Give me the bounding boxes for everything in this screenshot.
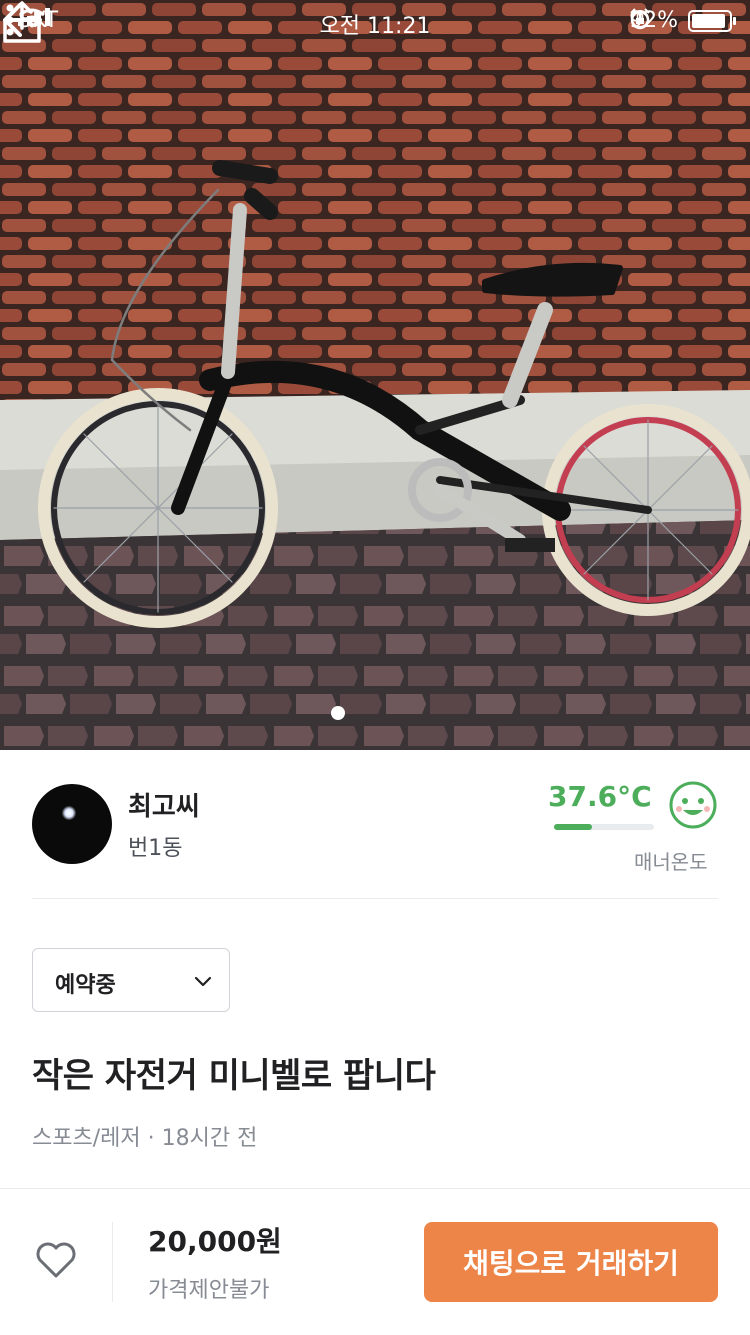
smile-face-icon — [669, 781, 717, 829]
seller-name[interactable]: 최고씨 — [128, 786, 200, 823]
bicycle-photo-image — [0, 0, 750, 750]
listing-price: 20,000원 — [148, 1225, 282, 1258]
status-bar: SKT 오전 11:21 92% — [0, 0, 750, 44]
seller-location: 번1동 — [128, 836, 183, 861]
meta-separator: · — [140, 1126, 162, 1151]
chevron-down-icon — [194, 976, 212, 987]
product-photo[interactable]: SKT 오전 11:21 92% — [0, 0, 750, 750]
status-select-value: 예약중 — [55, 973, 116, 998]
chat-trade-button[interactable]: 채팅으로 거래하기 — [424, 1222, 718, 1302]
more-vertical-icon[interactable] — [0, 0, 20, 40]
alarm-icon — [630, 8, 650, 30]
battery-icon — [688, 9, 736, 32]
listing-title: 작은 자전거 미니벨로 팝니다 — [32, 1056, 436, 1096]
manner-temperature-bar — [554, 824, 654, 830]
listing-time: 18시간 전 — [161, 1126, 258, 1151]
manner-temperature-label[interactable]: 매너온도 — [634, 846, 708, 875]
seller-avatar[interactable] — [32, 784, 112, 864]
vertical-divider — [112, 1222, 113, 1302]
heart-icon[interactable] — [34, 1240, 78, 1280]
divider — [32, 898, 718, 899]
manner-temperature: 37.6°C — [548, 780, 652, 813]
listing-meta: 스포츠/레저 · 18시간 전 — [32, 1120, 257, 1152]
reservation-status-select[interactable]: 예약중 — [32, 948, 230, 1012]
price-negotiation-status: 가격제안불가 — [148, 1278, 270, 1303]
listing-category[interactable]: 스포츠/레저 — [32, 1126, 141, 1151]
photo-page-indicator — [331, 706, 345, 720]
